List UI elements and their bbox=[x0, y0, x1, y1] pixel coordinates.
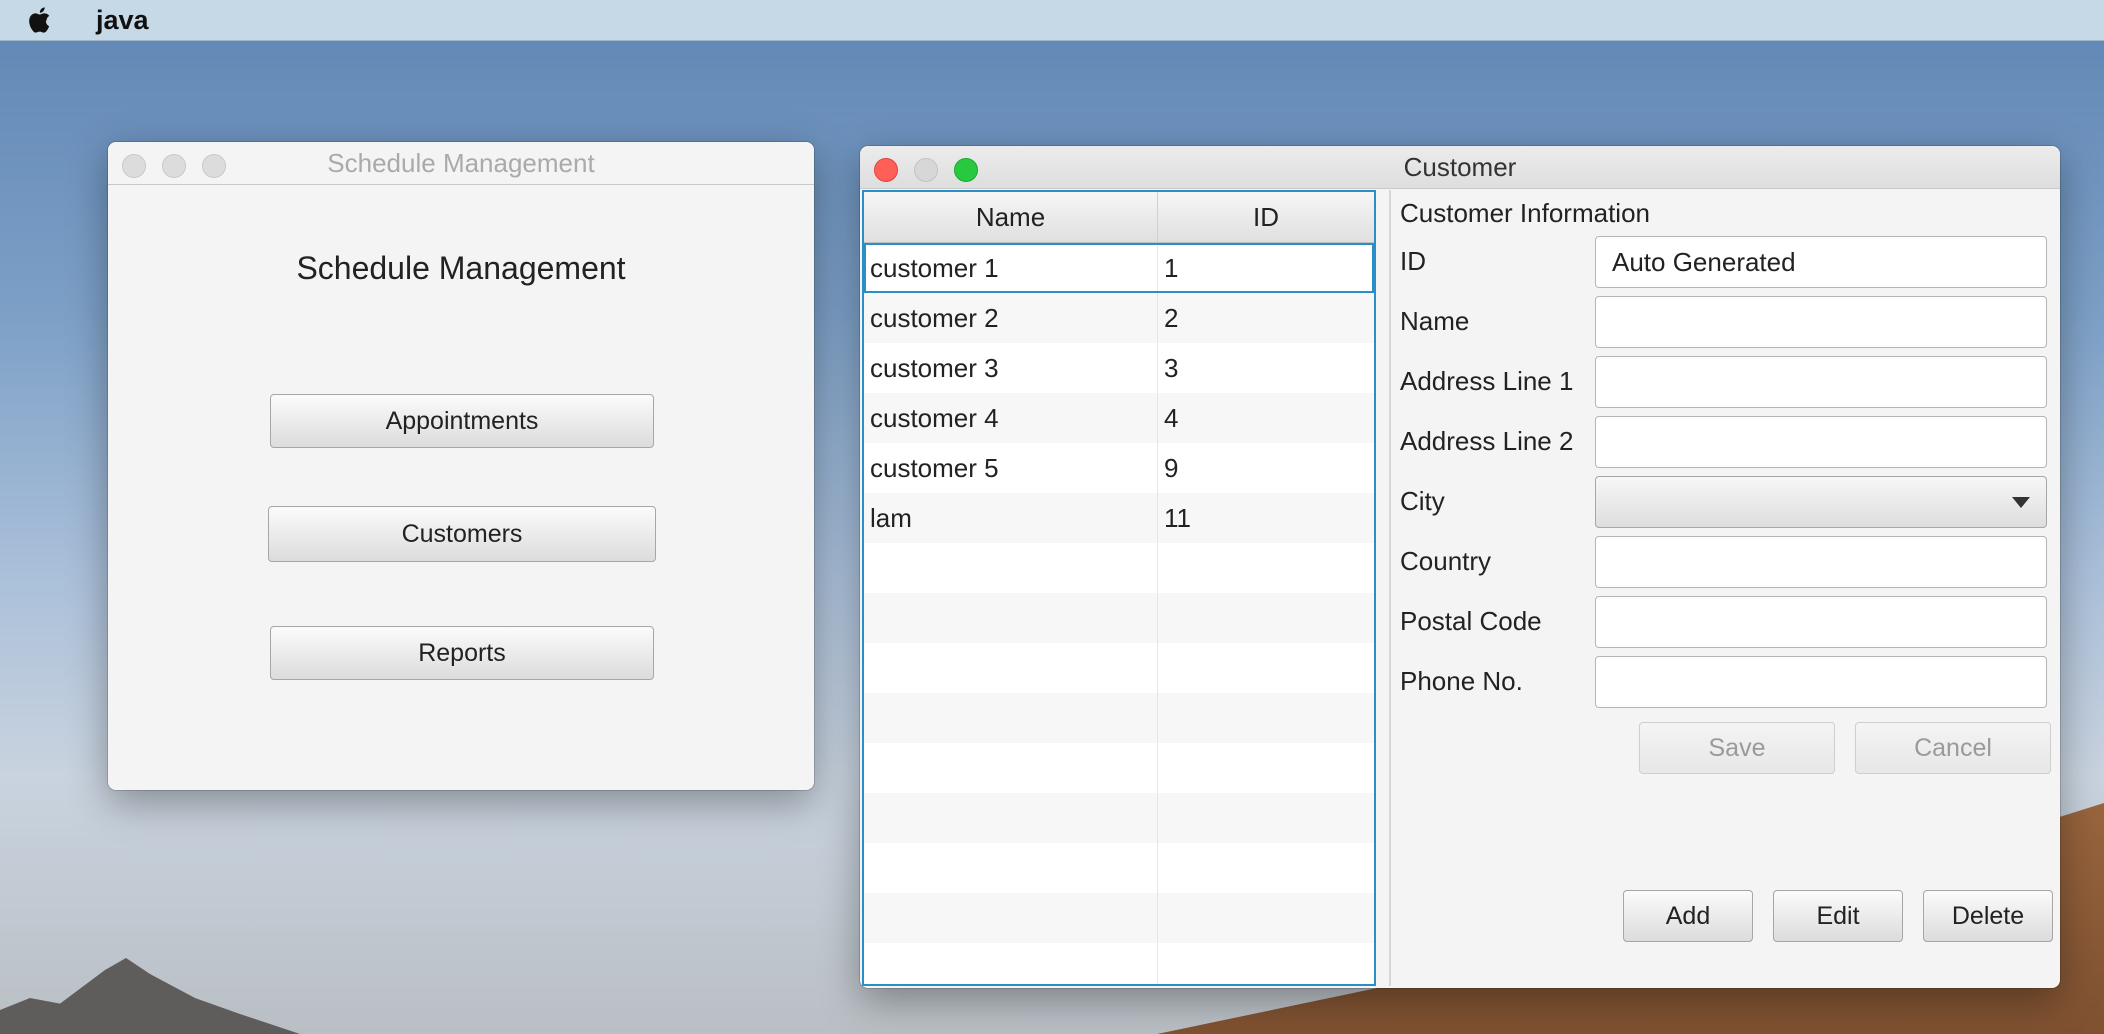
table-header: Name ID bbox=[864, 192, 1374, 243]
address2-field[interactable] bbox=[1595, 416, 2047, 468]
minimize-window-button[interactable] bbox=[914, 158, 938, 182]
app-menu-name[interactable]: java bbox=[96, 5, 149, 36]
table-row[interactable]: customer 5 9 bbox=[864, 443, 1374, 493]
empty-cell bbox=[1158, 593, 1374, 643]
city-dropdown[interactable] bbox=[1595, 476, 2047, 528]
empty-cell bbox=[864, 643, 1158, 693]
reports-button[interactable]: Reports bbox=[270, 626, 654, 680]
table-row[interactable]: customer 4 4 bbox=[864, 393, 1374, 443]
phone-field[interactable] bbox=[1595, 656, 2047, 708]
zoom-window-button[interactable] bbox=[954, 158, 978, 182]
cell-id: 11 bbox=[1164, 502, 1191, 533]
empty-cell bbox=[864, 793, 1158, 843]
customer-window: Customer Name ID customer 1 1 customer 2… bbox=[860, 146, 2060, 988]
edit-button[interactable]: Edit bbox=[1773, 890, 1903, 942]
empty-table-row bbox=[864, 843, 1374, 893]
page-heading: Schedule Management bbox=[296, 250, 626, 286]
empty-cell bbox=[1158, 743, 1374, 793]
empty-cell bbox=[1158, 793, 1374, 843]
empty-table-row bbox=[864, 693, 1374, 743]
table-row[interactable]: customer 3 3 bbox=[864, 343, 1374, 393]
customer-window-titlebar[interactable]: Customer bbox=[860, 146, 2060, 189]
column-header-name[interactable]: Name bbox=[864, 192, 1158, 242]
empty-table-row bbox=[864, 893, 1374, 943]
empty-table-row bbox=[864, 593, 1374, 643]
cell-name: customer 4 bbox=[864, 393, 1158, 443]
cell-name: customer 2 bbox=[864, 293, 1158, 343]
desktop-mountain bbox=[0, 958, 300, 1034]
country-label: Country bbox=[1400, 546, 1492, 576]
table-row[interactable]: customer 2 2 bbox=[864, 293, 1374, 343]
table-row[interactable]: customer 1 1 bbox=[864, 243, 1374, 293]
country-field[interactable] bbox=[1595, 536, 2047, 588]
minimize-window-button[interactable] bbox=[162, 154, 186, 178]
cell-name: lam bbox=[864, 493, 1158, 543]
schedule-window-titlebar[interactable]: Schedule Management bbox=[108, 142, 814, 185]
phone-label: Phone No. bbox=[1400, 666, 1523, 696]
save-button[interactable]: Save bbox=[1639, 722, 1835, 774]
close-window-button[interactable] bbox=[122, 154, 146, 178]
cell-id: 3 bbox=[1164, 352, 1179, 383]
cell-name: customer 1 bbox=[864, 243, 1158, 293]
delete-button[interactable]: Delete bbox=[1923, 890, 2053, 942]
empty-cell bbox=[864, 693, 1158, 743]
split-divider[interactable] bbox=[1389, 190, 1391, 986]
empty-cell bbox=[1158, 843, 1374, 893]
close-window-button[interactable] bbox=[874, 158, 898, 182]
empty-table-row bbox=[864, 943, 1374, 984]
cancel-button[interactable]: Cancel bbox=[1855, 722, 2051, 774]
empty-table-row bbox=[864, 543, 1374, 593]
table-body: customer 1 1 customer 2 2 customer 3 3 c… bbox=[864, 243, 1374, 984]
empty-cell bbox=[864, 543, 1158, 593]
form-title: Customer Information bbox=[1400, 198, 1650, 228]
postal-code-label: Postal Code bbox=[1400, 606, 1542, 636]
customers-button[interactable]: Customers bbox=[268, 506, 656, 562]
customer-info-form: Customer Information ID Auto Generated N… bbox=[1400, 190, 2054, 986]
empty-cell bbox=[864, 743, 1158, 793]
cell-id: 2 bbox=[1164, 302, 1179, 333]
empty-table-row bbox=[864, 743, 1374, 793]
empty-cell bbox=[1158, 643, 1374, 693]
cell-id: 9 bbox=[1164, 452, 1179, 483]
appointments-button[interactable]: Appointments bbox=[270, 394, 654, 448]
name-label: Name bbox=[1400, 306, 1470, 336]
empty-table-row bbox=[864, 643, 1374, 693]
chevron-down-icon bbox=[2012, 497, 2030, 508]
window-title: Schedule Management bbox=[327, 147, 595, 178]
schedule-management-window: Schedule Management Schedule Management … bbox=[108, 142, 814, 790]
name-field[interactable] bbox=[1595, 296, 2047, 348]
customer-table[interactable]: Name ID customer 1 1 customer 2 2 custom… bbox=[862, 190, 1376, 986]
empty-cell bbox=[864, 943, 1158, 984]
city-label: City bbox=[1400, 486, 1445, 516]
postal-code-field[interactable] bbox=[1595, 596, 2047, 648]
column-header-id[interactable]: ID bbox=[1158, 192, 1374, 242]
empty-cell bbox=[864, 593, 1158, 643]
add-button[interactable]: Add bbox=[1623, 890, 1753, 942]
address1-field[interactable] bbox=[1595, 356, 2047, 408]
id-field[interactable]: Auto Generated bbox=[1595, 236, 2047, 288]
address2-label: Address Line 2 bbox=[1400, 426, 1574, 456]
cell-id: 1 bbox=[1164, 252, 1179, 283]
zoom-window-button[interactable] bbox=[202, 154, 226, 178]
table-row[interactable]: lam 11 bbox=[864, 493, 1374, 543]
empty-cell bbox=[864, 843, 1158, 893]
cell-id: 4 bbox=[1164, 402, 1179, 433]
empty-table-row bbox=[864, 793, 1374, 843]
id-label: ID bbox=[1400, 246, 1426, 276]
apple-icon[interactable] bbox=[26, 5, 56, 35]
empty-cell bbox=[1158, 693, 1374, 743]
cell-name: customer 5 bbox=[864, 443, 1158, 493]
menu-bar: java bbox=[0, 0, 2104, 41]
window-title: Customer bbox=[1403, 151, 1517, 182]
empty-cell bbox=[1158, 893, 1374, 943]
address1-label: Address Line 1 bbox=[1400, 366, 1574, 396]
empty-cell bbox=[864, 893, 1158, 943]
cell-name: customer 3 bbox=[864, 343, 1158, 393]
empty-cell bbox=[1158, 943, 1374, 984]
empty-cell bbox=[1158, 543, 1374, 593]
